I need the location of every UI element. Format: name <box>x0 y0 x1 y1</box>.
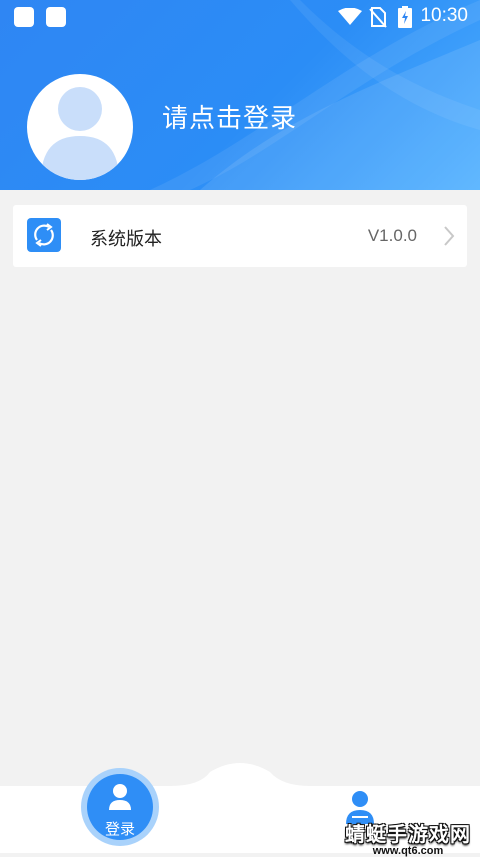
status-bar: 10:30 <box>0 0 480 34</box>
notification-icon <box>14 7 34 27</box>
notification-icon <box>46 7 66 27</box>
login-prompt[interactable]: 请点击登录 <box>162 98 297 135</box>
tab-login-label: 登录 <box>104 820 135 838</box>
refresh-icon <box>27 218 61 252</box>
version-value: V1.0.0 <box>367 226 417 245</box>
profile-header: 10:30 请点击登录 <box>0 0 480 190</box>
wifi-icon <box>338 8 362 25</box>
list-item-system-version[interactable]: 系统版本 V1.0.0 <box>13 205 467 267</box>
login-tab-button[interactable]: 登录 <box>87 774 153 840</box>
battery-charging-icon <box>398 6 412 28</box>
watermark-main: 蜻蜓手游戏网 <box>345 822 471 846</box>
watermark: 蜻蜓手游戏网 www.qt6.com <box>340 818 476 857</box>
default-user-icon <box>41 87 119 180</box>
status-time: 10:30 <box>420 5 468 26</box>
user-icon <box>109 784 131 810</box>
avatar[interactable] <box>27 74 133 180</box>
list-item-label: 系统版本 <box>90 229 162 250</box>
tab-login[interactable]: 登录 <box>81 768 159 846</box>
chevron-right-icon <box>444 226 455 246</box>
no-sim-icon <box>369 7 387 28</box>
